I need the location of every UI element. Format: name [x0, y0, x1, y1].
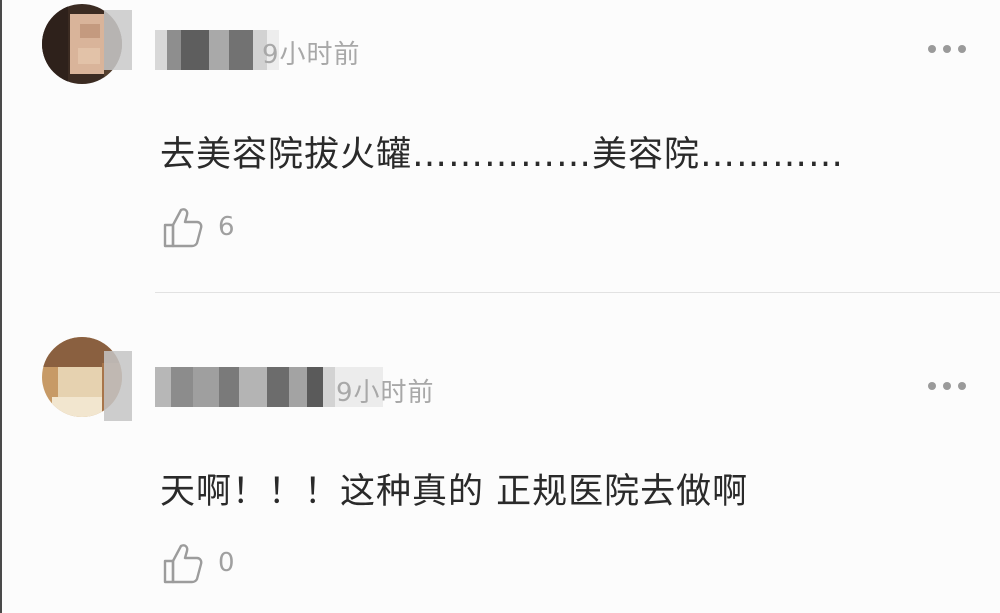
ellipsis-icon: [928, 45, 936, 53]
ellipsis-icon: [943, 45, 951, 53]
more-options-button[interactable]: [928, 382, 966, 390]
avatar-blur-overlay: [104, 351, 132, 421]
ellipsis-icon: [928, 382, 936, 390]
username-blurred[interactable]: [155, 30, 279, 70]
comment-time: 9小时前: [262, 40, 361, 70]
like-count: 6: [218, 212, 235, 242]
like-button[interactable]: 6: [162, 205, 235, 249]
thumbs-up-icon: [163, 544, 203, 584]
thumbs-up-icon: [163, 208, 203, 248]
like-button[interactable]: 0: [162, 541, 235, 585]
ellipsis-icon: [958, 45, 966, 53]
comment-list-page: 9小时前 去美容院拔火罐……………美容院………… 6 9小时前 天啊！！！这种真…: [0, 0, 1000, 613]
comment-time: 9小时前: [336, 378, 435, 408]
comment-item: 9小时前 去美容院拔火罐……………美容院………… 6: [0, 0, 1000, 292]
more-options-button[interactable]: [928, 45, 966, 53]
like-count: 0: [218, 548, 235, 578]
comment-item: 9小时前 天啊！！！这种真的 正规医院去做啊 0: [0, 293, 1000, 613]
comment-text: 天啊！！！这种真的 正规医院去做啊: [160, 472, 749, 512]
avatar-blur-overlay: [104, 10, 132, 70]
ellipsis-icon: [958, 382, 966, 390]
comment-text: 去美容院拔火罐……………美容院…………: [160, 135, 845, 175]
ellipsis-icon: [943, 382, 951, 390]
